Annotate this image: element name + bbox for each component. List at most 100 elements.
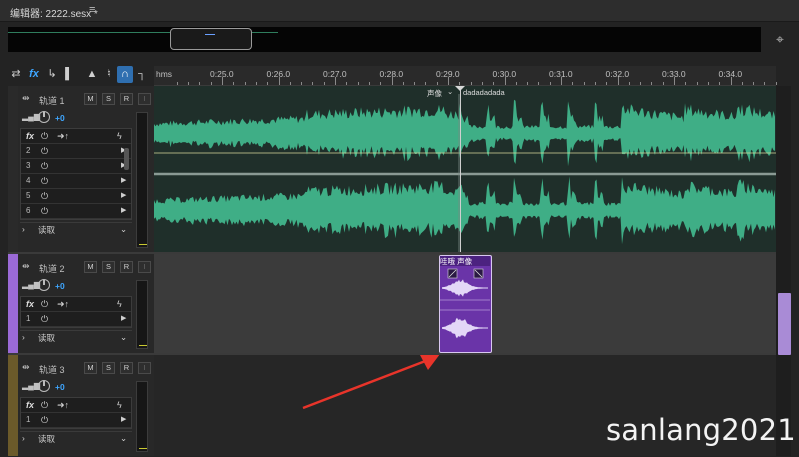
tune-icon[interactable]: ♮: [101, 66, 117, 83]
power-icon[interactable]: ⏻: [41, 161, 48, 172]
power-icon[interactable]: ⏻: [41, 176, 48, 187]
track-name[interactable]: 轨道 3: [39, 363, 65, 376]
track-divider: [8, 252, 776, 254]
input-monitor-button[interactable]: I: [138, 261, 151, 273]
volume-knob[interactable]: [38, 279, 50, 291]
effects-scrollbar[interactable]: [124, 148, 129, 170]
ruler-minor-tick: [289, 82, 291, 85]
fx-icon[interactable]: fx: [26, 400, 34, 410]
ruler-label: 0:27.0: [323, 69, 347, 79]
ruler-minor-tick: [775, 82, 777, 85]
effect-slot[interactable]: 1 ⏻ ▶: [21, 312, 131, 327]
fx-icon[interactable]: fx: [26, 66, 42, 83]
automation-mode-select[interactable]: › 读取 ⌄: [20, 222, 132, 236]
pre-post-icon[interactable]: ➜↑: [57, 299, 69, 310]
solo-button[interactable]: S: [102, 261, 115, 273]
effect-slot[interactable]: 5 ⏻ ▶: [21, 189, 131, 204]
track-divider: [8, 353, 776, 355]
metronome-icon[interactable]: ▲: [84, 66, 100, 83]
chevron-right-icon[interactable]: ▶: [121, 206, 126, 214]
effects-rack: fx ⏻ ➜↑ ϟ 1 ⏻ ▶: [20, 397, 132, 429]
send-icon[interactable]: ↳: [44, 66, 60, 83]
clip-title: 哇哦 声像: [440, 256, 490, 266]
ruler-label: 0:34.0: [718, 69, 743, 79]
ruler-label: 0:26.0: [266, 69, 291, 79]
mute-button[interactable]: M: [84, 93, 97, 105]
power-icon[interactable]: ⏻: [41, 146, 48, 157]
automation-mode-select[interactable]: › 读取 ⌄: [20, 330, 132, 344]
ruler-minor-tick: [549, 82, 551, 85]
ruler-minor-tick: [233, 82, 235, 85]
chevron-down-icon[interactable]: ⌄: [447, 87, 453, 96]
effect-slot[interactable]: 2 ⏻ ▶: [21, 144, 131, 159]
power-icon[interactable]: ⏻: [41, 314, 48, 325]
expand-icon[interactable]: ›: [22, 332, 25, 342]
volume-knob[interactable]: [38, 380, 50, 392]
power-icon[interactable]: ⏻: [41, 299, 48, 310]
volume-knob[interactable]: [38, 111, 50, 123]
clip-b-header: [459, 86, 776, 94]
record-arm-button[interactable]: R: [120, 261, 133, 273]
track2-clip[interactable]: 哇哦 声像: [439, 255, 492, 353]
track-name[interactable]: 轨道 2: [39, 262, 65, 275]
bolt-icon[interactable]: ϟ: [117, 131, 122, 141]
solo-button[interactable]: S: [102, 362, 115, 374]
expand-icon[interactable]: ›: [22, 433, 25, 443]
expand-icon[interactable]: ›: [22, 224, 25, 234]
chevron-right-icon[interactable]: ▶: [121, 415, 126, 423]
chevron-right-icon[interactable]: ▶: [121, 176, 126, 184]
bolt-icon[interactable]: ϟ: [117, 400, 122, 410]
power-icon[interactable]: ⏻: [41, 415, 48, 426]
effect-slot[interactable]: 1 ⏻ ▶: [21, 413, 131, 428]
pre-post-icon[interactable]: ➜↑: [57, 131, 69, 142]
time-ruler[interactable]: hms 0:25.0 0:26.0 0:27.0 0:28.0 0:29.0 0:30.0…: [154, 66, 777, 86]
clip-a-header: [154, 86, 459, 94]
ruler-minor-tick: [719, 82, 721, 85]
overview-bar[interactable]: [8, 27, 761, 52]
chevron-right-icon[interactable]: ▶: [121, 314, 126, 322]
ruler-minor-tick: [199, 82, 201, 85]
headphone-icon[interactable]: ∩: [117, 66, 133, 83]
effect-slot[interactable]: 4 ⏻ ▶: [21, 174, 131, 189]
track-lanes[interactable]: [154, 86, 776, 252]
track-name[interactable]: 轨道 1: [39, 94, 65, 107]
zoom-navigator-icon[interactable]: ⌖: [771, 31, 789, 49]
power-icon[interactable]: ⏻: [41, 131, 48, 142]
ruler-label: 0:30.0: [492, 69, 517, 79]
vertical-scrollbar[interactable]: [776, 86, 791, 456]
record-arm-button[interactable]: R: [120, 93, 133, 105]
chevron-down-icon[interactable]: ⌄: [120, 332, 127, 343]
volume-value: +0: [55, 281, 65, 291]
input-monitor-button[interactable]: I: [138, 362, 151, 374]
ruler-minor-tick: [753, 82, 755, 85]
input-monitor-button[interactable]: I: [138, 93, 151, 105]
bolt-icon[interactable]: ϟ: [117, 299, 122, 309]
ruler-minor-tick: [255, 82, 257, 85]
pin-icon[interactable]: ┐: [134, 66, 150, 83]
power-icon[interactable]: ⏻: [41, 206, 48, 217]
automation-mode-select[interactable]: › 读取 ⌄: [20, 431, 132, 445]
effect-slot[interactable]: 6 ⏻ ▶: [21, 204, 131, 219]
pre-post-icon[interactable]: ➜↑: [57, 400, 69, 411]
swap-icon[interactable]: ⇄: [8, 66, 24, 83]
power-icon[interactable]: ⏻: [41, 191, 48, 202]
scrollbar-thumb[interactable]: [778, 293, 791, 355]
playhead[interactable]: [460, 86, 461, 252]
record-arm-button[interactable]: R: [120, 362, 133, 374]
fx-icon[interactable]: fx: [26, 131, 34, 141]
track1-lane[interactable]: [154, 86, 776, 252]
mute-button[interactable]: M: [84, 362, 97, 374]
solo-button[interactable]: S: [102, 93, 115, 105]
power-icon[interactable]: ⏻: [41, 400, 48, 411]
bars-icon[interactable]: ▌: [61, 66, 77, 83]
chevron-down-icon[interactable]: ⌄: [120, 433, 127, 444]
ruler-minor-tick: [380, 82, 382, 85]
ruler-label: 0:32.0: [605, 69, 630, 79]
chevron-down-icon[interactable]: ⌄: [120, 224, 127, 235]
hamburger-icon[interactable]: ≡: [89, 4, 95, 16]
fx-icon[interactable]: fx: [26, 299, 34, 309]
chevron-right-icon[interactable]: ▶: [121, 191, 126, 199]
mute-button[interactable]: M: [84, 261, 97, 273]
overview-zoom-window[interactable]: [170, 28, 252, 50]
effect-slot[interactable]: 3 ⏻ ▶: [21, 159, 131, 174]
